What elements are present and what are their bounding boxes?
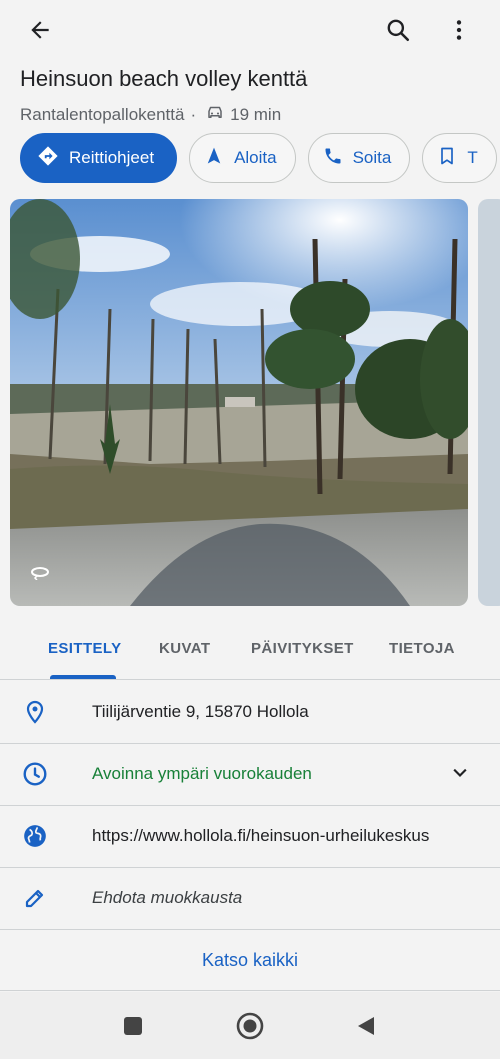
directions-icon	[37, 145, 69, 172]
phone-icon	[323, 146, 353, 171]
system-navigation-bar	[0, 992, 500, 1059]
directions-button[interactable]: Reittiohjeet	[20, 133, 178, 183]
place-subtitle: Rantalentopallokenttä · 19 min	[20, 104, 281, 125]
globe-icon	[22, 823, 48, 849]
separator: ·	[190, 104, 197, 124]
tab-divider	[0, 679, 500, 680]
tab-about[interactable]: TIETOJA	[389, 640, 455, 657]
website-row[interactable]: https://www.hollola.fi/heinsuon-urheiluk…	[0, 805, 500, 868]
address-text: Tiilijärventie 9, 15870 Hollola	[92, 702, 309, 721]
search-icon[interactable]	[378, 10, 418, 50]
bookmark-icon	[437, 146, 467, 171]
directions-label: Reittiohjeet	[69, 148, 155, 167]
car-icon	[202, 104, 230, 125]
start-label: Aloita	[234, 148, 277, 167]
navigation-arrow-icon	[204, 146, 234, 171]
next-photo-preview[interactable]	[478, 199, 500, 606]
tab-overview[interactable]: ESITTELY	[48, 640, 122, 657]
hours-text: Avoinna ympäri vuorokauden	[92, 764, 312, 783]
chevron-down-icon[interactable]	[450, 763, 470, 788]
street-view-photo[interactable]	[10, 199, 468, 606]
suggest-edit-row[interactable]: Ehdota muokkausta	[0, 867, 500, 930]
save-label: T	[467, 148, 478, 167]
pencil-icon	[22, 885, 48, 911]
action-chips: Reittiohjeet Aloita Soita T	[20, 133, 497, 185]
location-pin-icon	[22, 699, 48, 725]
hours-row[interactable]: Avoinna ympäri vuorokauden	[0, 743, 500, 806]
back-triangle-icon[interactable]	[350, 1010, 382, 1042]
tab-photos[interactable]: KUVAT	[159, 640, 210, 657]
place-category: Rantalentopallokenttä	[20, 104, 185, 124]
home-circle-icon[interactable]	[234, 1010, 266, 1042]
tab-bar: ESITTELY KUVAT PÄIVITYKSET TIETOJA	[0, 616, 500, 680]
website-link: https://www.hollola.fi/heinsuon-urheiluk…	[92, 826, 430, 845]
street-view-image	[10, 199, 468, 606]
call-button[interactable]: Soita	[307, 133, 411, 183]
address-row[interactable]: Tiilijärventie 9, 15870 Hollola	[0, 681, 500, 744]
more-options-icon[interactable]	[439, 10, 479, 50]
clock-icon	[22, 761, 48, 787]
see-all-button[interactable]: Katso kaikki	[0, 930, 500, 991]
start-navigation-button[interactable]: Aloita	[189, 133, 296, 183]
suggest-edit-text: Ehdota muokkausta	[92, 888, 243, 907]
drive-time: 19 min	[230, 104, 282, 124]
recents-square-icon[interactable]	[117, 1010, 149, 1042]
call-label: Soita	[352, 148, 392, 167]
back-arrow-icon[interactable]	[20, 10, 60, 50]
place-title: Heinsuon beach volley kenttä	[20, 66, 308, 91]
top-app-bar	[0, 0, 500, 60]
save-button[interactable]: T	[422, 133, 497, 183]
tab-updates[interactable]: PÄIVITYKSET	[251, 640, 354, 657]
street-view-360-icon	[28, 564, 52, 585]
